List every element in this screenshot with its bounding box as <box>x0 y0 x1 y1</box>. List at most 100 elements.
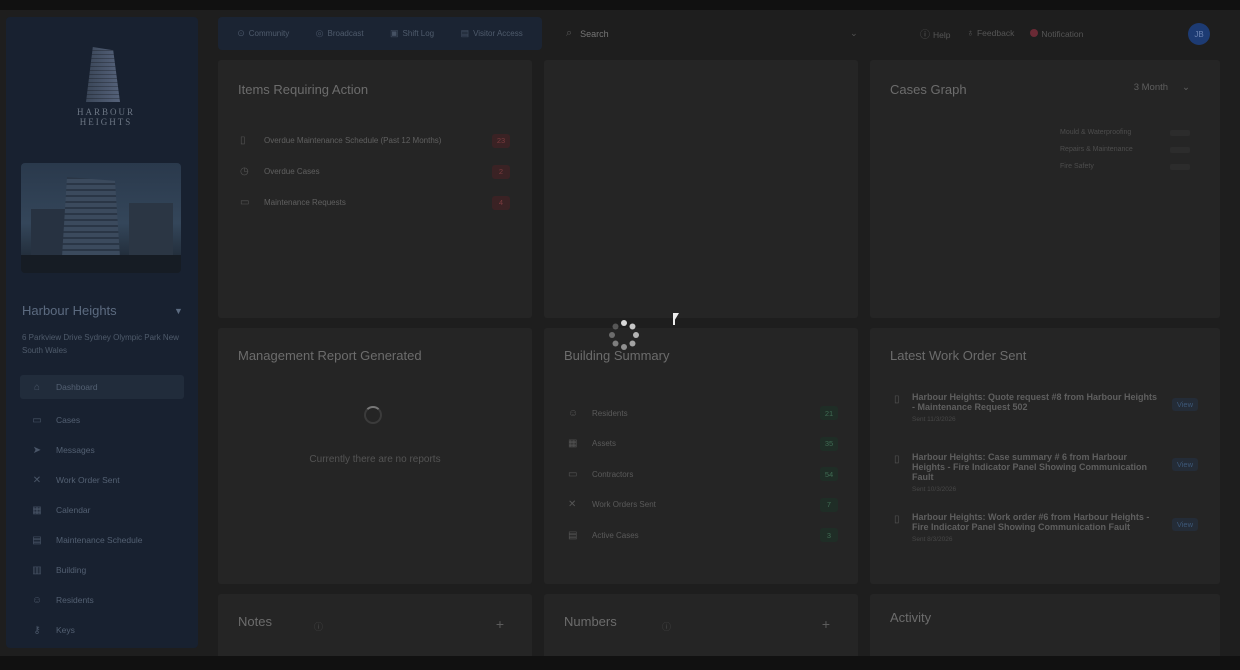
card-title: Numbers <box>564 614 617 629</box>
activity-card: Activity <box>870 594 1220 656</box>
toolbar-broadcast-button[interactable]: ◎ Broadcast <box>316 28 364 39</box>
sidebar-item-label: Building <box>56 565 87 575</box>
loading-spinner-icon <box>609 320 639 350</box>
sidebar-item-label: Calendar <box>56 505 91 515</box>
add-note-button[interactable]: + <box>496 616 504 632</box>
case-icon: ▤ <box>568 529 578 541</box>
count-badge: 54 <box>820 467 838 482</box>
chevron-down-icon[interactable]: ▼ <box>174 306 183 316</box>
legend-swatch <box>1170 129 1190 136</box>
card-title: Building Summary <box>564 348 670 363</box>
residents-icon: ☺ <box>31 594 43 606</box>
sidebar-nav: ⌂ Dashboard ▭ Cases ➤ Messages ✕ Work Or… <box>20 375 184 645</box>
sidebar-item-maintenance-schedule[interactable]: ▤ Maintenance Schedule <box>20 525 184 555</box>
sidebar-item-calendar[interactable]: ▦ Calendar <box>20 495 184 525</box>
view-button[interactable]: View <box>1171 458 1198 471</box>
notification-button[interactable]: Notification <box>1030 28 1083 39</box>
work-order-date: Sent 8/3/2026 <box>912 536 953 543</box>
view-button[interactable]: View <box>1171 518 1198 531</box>
add-number-button[interactable]: + <box>822 616 830 632</box>
card-title: Activity <box>890 610 932 625</box>
info-icon[interactable]: ⓘ <box>314 620 323 633</box>
action-row-maintenance-requests[interactable]: ▭ Maintenance Requests 4 <box>240 187 510 218</box>
summary-list: ☺ Residents 21 ▦ Assets 35 ▭ Contractors… <box>568 398 838 551</box>
count-badge: 21 <box>820 406 838 421</box>
lightbulb-icon: ♁ <box>966 28 974 39</box>
help-icon: ⓘ <box>920 30 930 41</box>
search-input[interactable] <box>580 28 851 39</box>
management-report-card: Management Report Generated Currently th… <box>218 328 532 584</box>
list-item[interactable]: ▯ Harbour Heights: Case summary # 6 from… <box>890 452 1202 512</box>
summary-row-work-orders[interactable]: ✕ Work Orders Sent 7 <box>568 490 838 521</box>
building-name[interactable]: Harbour Heights <box>22 303 117 318</box>
sidebar-item-cases[interactable]: ▭ Cases <box>20 405 184 435</box>
shift-log-icon: ▣ <box>390 28 399 38</box>
count-badge: 3 <box>820 528 838 543</box>
sidebar-item-label: Work Order Sent <box>56 475 120 485</box>
sidebar-item-label: Dashboard <box>56 382 98 392</box>
feedback-button[interactable]: ♁ Feedback <box>966 28 1014 39</box>
sidebar-item-keys[interactable]: ⚷ Keys <box>20 615 184 645</box>
sidebar-item-label: Cases <box>56 415 81 425</box>
schedule-icon: ▤ <box>32 534 42 546</box>
summary-row-assets[interactable]: ▦ Assets 35 <box>568 429 838 460</box>
avatar[interactable]: JB <box>1188 23 1210 45</box>
legend-swatch <box>1170 146 1190 153</box>
action-list: ▯ Overdue Maintenance Schedule (Past 12 … <box>240 125 510 218</box>
building-logo[interactable]: HARBOUR HEIGHTS <box>50 47 162 127</box>
card-title: Items Requiring Action <box>238 82 369 97</box>
action-label: Maintenance Requests <box>264 198 346 207</box>
cases-graph-card: Cases Graph 3 Month ⌄ Mould & Waterproof… <box>870 60 1220 318</box>
range-select[interactable]: 3 Month ⌄ <box>1134 82 1190 93</box>
card-title: Notes <box>238 614 272 629</box>
toolbar-label: Broadcast <box>327 29 364 38</box>
card-title: Management Report Generated <box>238 348 422 363</box>
document-icon: ▯ <box>894 454 900 465</box>
work-order-title: Harbour Heights: Work order #6 from Harb… <box>912 512 1150 532</box>
chart-legend: Mould & Waterproofing Repairs & Maintena… <box>1060 124 1190 175</box>
document-icon: ▯ <box>894 394 900 405</box>
help-button[interactable]: ⓘ Help <box>920 26 950 41</box>
info-icon[interactable]: ⓘ <box>662 620 671 633</box>
sidebar-item-dashboard[interactable]: ⌂ Dashboard <box>20 375 184 399</box>
tower-logo-icon <box>86 47 120 102</box>
summary-label: Residents <box>592 408 628 418</box>
summary-row-residents[interactable]: ☺ Residents 21 <box>568 398 838 429</box>
view-button[interactable]: View <box>1171 398 1198 411</box>
toolbar-community-button[interactable]: ⊙ Community <box>237 28 289 39</box>
sidebar-item-building[interactable]: ▥ Building <box>20 555 184 585</box>
building-icon: ▥ <box>32 564 42 576</box>
action-row-overdue-cases[interactable]: ◷ Overdue Cases 2 <box>240 156 510 187</box>
toolbar-visitor-access-button[interactable]: ▤ Visitor Access <box>461 28 523 39</box>
alarm-icon: ◷ <box>240 166 249 177</box>
list-item[interactable]: ▯ Harbour Heights: Quote request #8 from… <box>890 392 1202 452</box>
chevron-down-icon[interactable]: ⌄ <box>850 28 858 39</box>
action-label: Overdue Maintenance Schedule (Past 12 Mo… <box>264 136 442 145</box>
summary-row-active-cases[interactable]: ▤ Active Cases 3 <box>568 520 838 551</box>
summary-row-contractors[interactable]: ▭ Contractors 54 <box>568 459 838 490</box>
loading-spinner-icon <box>364 406 382 424</box>
sidebar-item-label: Maintenance Schedule <box>56 535 143 545</box>
work-order-date: Sent 11/3/2026 <box>912 416 956 423</box>
building-summary-card: Building Summary ☺ Residents 21 ▦ Assets… <box>544 328 858 584</box>
feedback-label: Feedback <box>976 28 1015 38</box>
toolbar-shift-log-button[interactable]: ▣ Shift Log <box>390 28 434 39</box>
count-badge: 35 <box>820 436 838 451</box>
briefcase-icon: ▭ <box>32 414 42 426</box>
action-label: Overdue Cases <box>264 167 320 176</box>
action-row-overdue-maintenance[interactable]: ▯ Overdue Maintenance Schedule (Past 12 … <box>240 125 510 156</box>
legend-item: Fire Safety <box>1060 158 1190 175</box>
legend-label: Mould & Waterproofing <box>1060 129 1132 136</box>
sidebar-item-label: Messages <box>56 445 95 455</box>
sidebar-item-messages[interactable]: ➤ Messages <box>20 435 184 465</box>
sidebar-item-work-order-sent[interactable]: ✕ Work Order Sent <box>20 465 184 495</box>
sidebar-item-residents[interactable]: ☺ Residents <box>20 585 184 615</box>
work-order-list: ▯ Harbour Heights: Quote request #8 from… <box>890 392 1202 572</box>
latest-work-order-card: Latest Work Order Sent ▯ Harbour Heights… <box>870 328 1220 584</box>
legend-swatch <box>1170 163 1190 170</box>
list-item[interactable]: ▯ Harbour Heights: Work order #6 from Ha… <box>890 512 1202 572</box>
summary-label: Work Orders Sent <box>592 500 656 510</box>
search-icon: ⌕ <box>566 27 573 39</box>
toolbar-label: Visitor Access <box>473 29 523 38</box>
count-badge: 23 <box>492 133 510 148</box>
